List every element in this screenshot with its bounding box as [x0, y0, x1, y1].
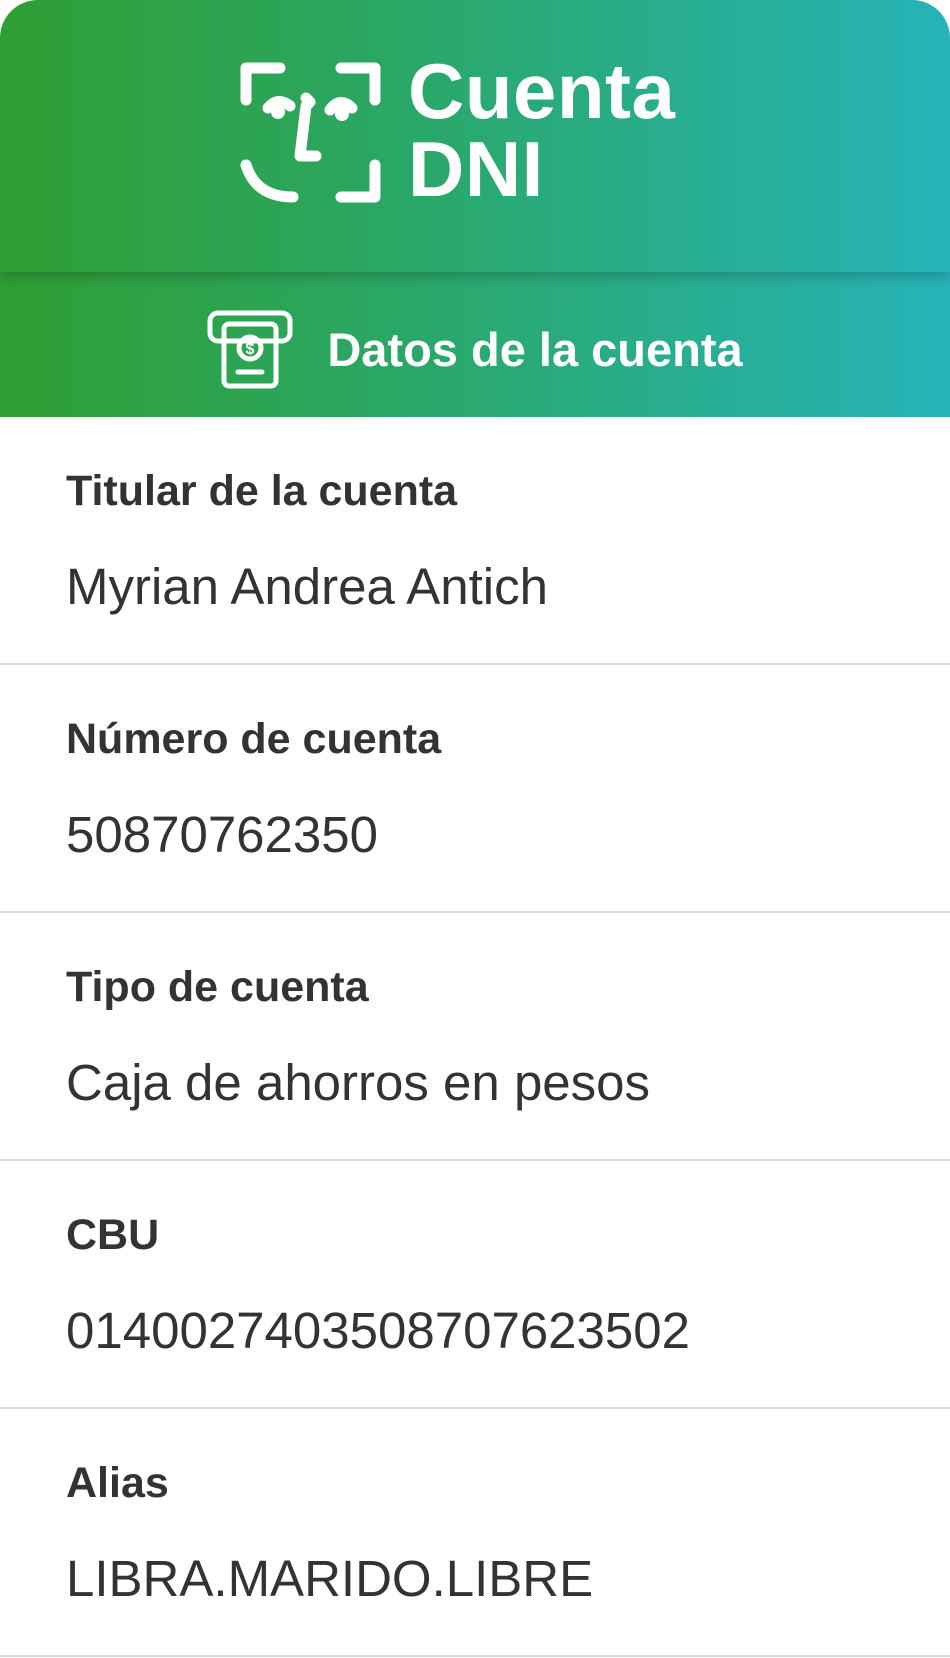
cuenta-dni-logo: Cuenta DNI: [238, 52, 708, 212]
field-value[interactable]: 0140027403508707623502: [66, 1301, 690, 1360]
logo-line-1: Cuenta: [408, 47, 676, 135]
field-value[interactable]: Myrian Andrea Antich: [66, 557, 548, 616]
field-value[interactable]: Caja de ahorros en pesos: [66, 1053, 650, 1112]
field-account-holder: Titular de la cuenta Myrian Andrea Antic…: [0, 417, 950, 665]
logo-text: Cuenta DNI: [408, 52, 675, 208]
header: Cuenta DNI $ Datos de la cuenta: [0, 0, 950, 417]
field-label: Número de cuenta: [66, 715, 442, 763]
field-value[interactable]: 50870762350: [66, 805, 378, 864]
field-label: Titular de la cuenta: [66, 467, 458, 515]
logo-line-2: DNI: [408, 125, 544, 213]
atm-cash-icon: $: [207, 310, 293, 388]
field-label: Alias: [66, 1459, 169, 1507]
field-value[interactable]: LIBRA.MARIDO.LIBRE: [66, 1549, 593, 1608]
logo-band: Cuenta DNI: [0, 0, 950, 272]
field-alias: Alias LIBRA.MARIDO.LIBRE: [0, 1409, 950, 1657]
account-details-screen: Cuenta DNI $ Datos de la cuenta Titular …: [0, 0, 950, 1658]
field-cbu: CBU 0140027403508707623502: [0, 1161, 950, 1409]
field-account-type: Tipo de cuenta Caja de ahorros en pesos: [0, 913, 950, 1161]
field-label: Tipo de cuenta: [66, 963, 369, 1011]
face-scan-icon: [240, 62, 381, 203]
section-header: $ Datos de la cuenta: [0, 272, 950, 417]
section-title: Datos de la cuenta: [327, 323, 743, 376]
field-label: CBU: [66, 1211, 160, 1259]
field-account-number: Número de cuenta 50870762350: [0, 665, 950, 913]
svg-text:$: $: [246, 341, 255, 358]
